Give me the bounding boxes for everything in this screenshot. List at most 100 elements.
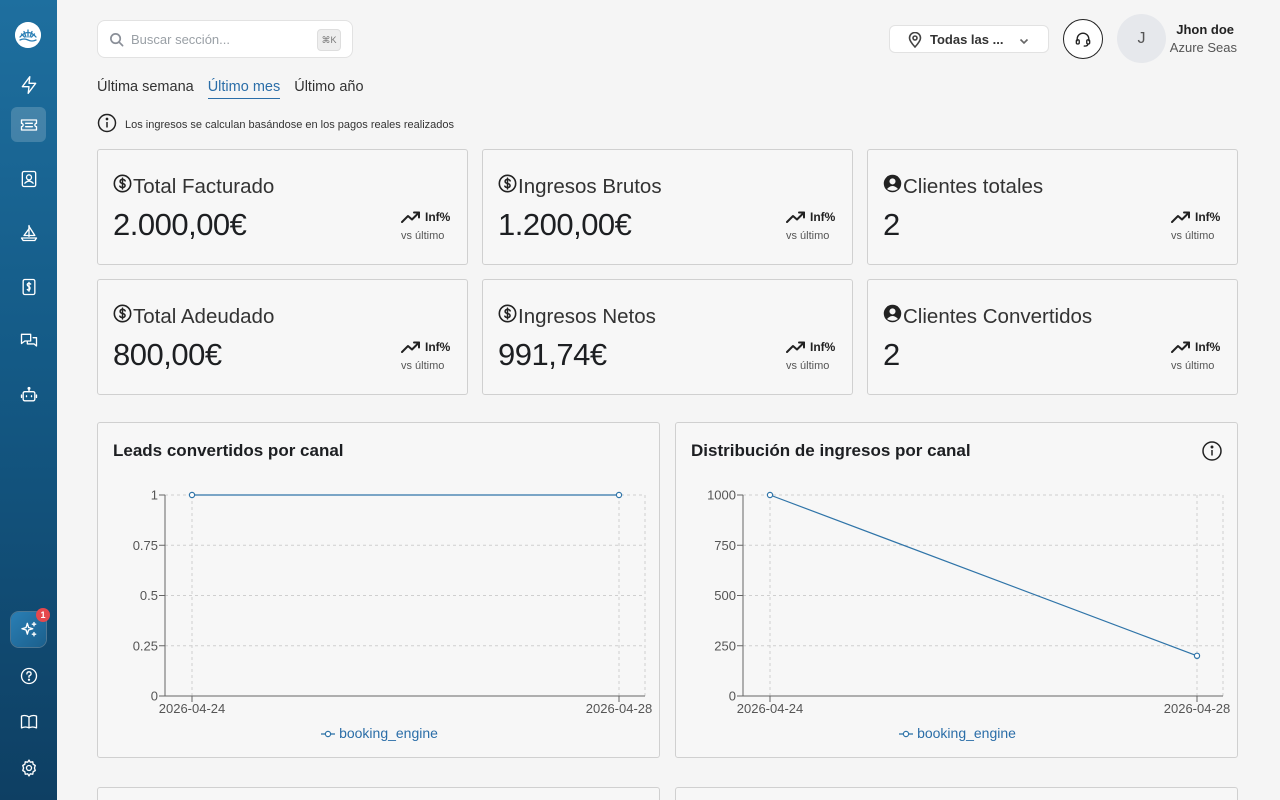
location-select-value: Todas las ... <box>930 32 1004 47</box>
legend-line-icon <box>321 731 336 738</box>
kpi-value: 800,00€ <box>113 337 222 372</box>
search-box[interactable]: Buscar sección... ⌘K <box>97 20 353 58</box>
sidebar-item-docs[interactable] <box>11 704 46 739</box>
chart-title: Leads convertidos por canal <box>113 441 344 460</box>
y-tick-label: 1 <box>151 488 158 503</box>
dollar-icon <box>113 304 132 329</box>
user-circle-icon <box>883 174 902 199</box>
sidebar-item-settings[interactable] <box>11 750 46 785</box>
info-icon[interactable] <box>1201 440 1223 462</box>
data-point <box>1193 652 1201 659</box>
sidebar-item-bookings[interactable] <box>11 107 46 142</box>
support-button[interactable] <box>1063 19 1103 59</box>
legend-label: booking_engine <box>339 725 438 741</box>
kpi-title-label: Total Adeudado <box>133 304 275 328</box>
kpi-trend-value: Inf% <box>425 210 451 224</box>
y-tick-label: 0 <box>151 689 158 704</box>
sidebar-item-messages[interactable] <box>11 323 46 358</box>
trending-up-icon <box>786 211 805 223</box>
tab-last-year[interactable]: Último año <box>294 79 363 99</box>
lightning-icon <box>21 75 36 94</box>
user-name[interactable]: Jhon doe <box>1176 22 1234 37</box>
book-icon <box>20 714 37 728</box>
kpi-title: Total Facturado <box>113 174 274 199</box>
y-tick-label: 0 <box>729 689 736 704</box>
x-tick-label: 2026-04-28 <box>1164 701 1231 716</box>
data-point <box>766 491 774 499</box>
y-tick-label: 250 <box>714 638 736 653</box>
settings-icon <box>21 758 36 777</box>
trending-up-icon <box>1171 211 1190 223</box>
y-tick-label: 0.25 <box>133 638 158 653</box>
invoice-icon <box>22 278 35 295</box>
sidebar-item-automation[interactable] <box>11 377 46 412</box>
kpi-value: 2.000,00€ <box>113 207 247 242</box>
kpi-trend: Inf% <box>786 340 835 354</box>
y-tick-label: 0.5 <box>140 588 158 603</box>
legend-line-icon <box>899 731 914 738</box>
kpi-trend-value: Inf% <box>1195 210 1221 224</box>
data-point <box>615 491 623 499</box>
search-input[interactable]: Buscar sección... <box>131 32 230 47</box>
kpi-trend: Inf% <box>401 340 450 354</box>
kpi-card: Ingresos Brutos 1.200,00€ Inf% vs último <box>482 149 853 265</box>
y-tick-label: 0.75 <box>133 538 158 553</box>
kpi-trend-caption: vs último <box>1171 360 1215 372</box>
chart-card-partial <box>675 787 1238 800</box>
chart-legend[interactable]: booking_engine <box>676 725 1239 741</box>
kpi-trend-caption: vs último <box>401 360 445 372</box>
kpi-trend-caption: vs último <box>786 360 830 372</box>
kpi-title: Ingresos Netos <box>498 304 656 329</box>
sidebar-item-activity[interactable] <box>11 67 46 102</box>
contact-icon <box>21 170 36 187</box>
sparkles-icon <box>20 621 36 636</box>
kpi-trend-value: Inf% <box>425 340 451 354</box>
logo-icon[interactable] <box>15 22 41 48</box>
kpi-title-label: Clientes totales <box>903 174 1044 198</box>
info-icon <box>97 113 117 136</box>
sidebar-item-help[interactable] <box>11 658 46 693</box>
chart-revenue-by-channel: 0 250 500 750 1000 2026-04-24 2026-04-28 Distr… <box>675 422 1238 758</box>
search-icon <box>109 32 124 47</box>
kpi-trend-caption: vs último <box>1171 230 1215 242</box>
location-select[interactable]: Todas las ... <box>889 25 1049 53</box>
tab-last-month[interactable]: Último mes <box>207 79 281 99</box>
kpi-title-label: Ingresos Netos <box>518 304 656 328</box>
kpi-title-label: Clientes Convertidos <box>903 304 1093 328</box>
dollar-icon <box>498 304 517 329</box>
user-circle-icon <box>883 304 902 329</box>
kpi-trend: Inf% <box>401 210 450 224</box>
sidebar-item-contacts[interactable] <box>11 161 46 196</box>
kpi-trend: Inf% <box>1171 210 1220 224</box>
chart-leads-by-channel: 0 0.25 0.5 0.75 1 2026-04-24 2026-04-28 Leads … <box>97 422 660 758</box>
kpi-title-label: Total Facturado <box>133 174 275 198</box>
x-tick-label: 2026-04-24 <box>737 701 804 716</box>
revenue-info-note: Los ingresos se calculan basándose en lo… <box>97 113 454 136</box>
kpi-trend-caption: vs último <box>401 230 445 242</box>
x-tick-label: 2026-04-24 <box>159 701 226 716</box>
chart-card-partial <box>97 787 660 800</box>
kpi-trend-value: Inf% <box>1195 340 1221 354</box>
user-organization: Azure Seas <box>1169 40 1237 55</box>
kpi-card: Total Adeudado 800,00€ Inf% vs último <box>97 279 468 395</box>
kpi-trend: Inf% <box>786 210 835 224</box>
help-icon <box>20 667 37 684</box>
x-tick-label: 2026-04-28 <box>586 701 653 716</box>
kpi-card: Total Facturado 2.000,00€ Inf% vs último <box>97 149 468 265</box>
tab-last-week[interactable]: Última semana <box>97 79 194 99</box>
sidebar-item-boats[interactable] <box>11 215 46 250</box>
trending-up-icon <box>1171 341 1190 353</box>
kpi-value: 1.200,00€ <box>498 207 632 242</box>
y-tick-label: 500 <box>714 588 736 603</box>
chart-revenue-plot: 0 250 500 750 1000 2026-04-24 2026-04-28 <box>707 488 1231 717</box>
chevron-down-icon <box>1018 34 1030 46</box>
notification-badge: 1 <box>36 608 50 622</box>
kpi-trend-value: Inf% <box>810 210 836 224</box>
period-tabs: Última semana Último mes Último año <box>97 79 364 99</box>
legend-label: booking_engine <box>917 725 1016 741</box>
avatar[interactable]: J <box>1117 14 1166 63</box>
sidebar-item-payments[interactable] <box>11 269 46 304</box>
ticket-icon <box>20 118 37 131</box>
kpi-title-label: Ingresos Brutos <box>518 174 662 198</box>
chart-legend[interactable]: booking_engine <box>98 725 661 741</box>
